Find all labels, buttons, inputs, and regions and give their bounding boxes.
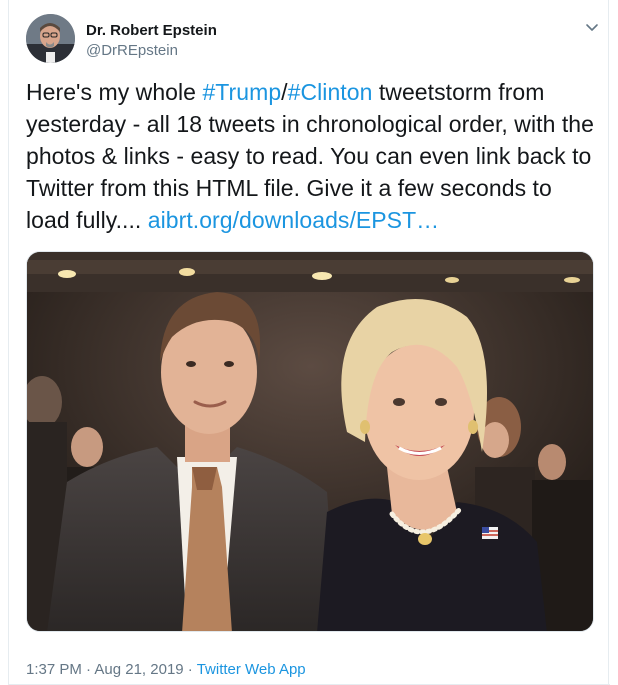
tweet-meta: 1:37 PM · Aug 21, 2019 · Twitter Web App bbox=[26, 661, 306, 678]
avatar[interactable] bbox=[26, 14, 75, 63]
author-name[interactable]: Dr. Robert Epstein bbox=[86, 22, 217, 39]
hashtag-clinton[interactable]: #Clinton bbox=[288, 79, 373, 105]
meta-separator: · bbox=[183, 661, 197, 678]
author-handle: @DrREpstein bbox=[86, 42, 178, 59]
avatar-photo bbox=[26, 14, 75, 63]
tweet-photo[interactable] bbox=[26, 251, 594, 632]
tweet-link[interactable]: aibrt.org/downloads/EPST… bbox=[148, 207, 439, 233]
tweet-source[interactable]: Twitter Web App bbox=[197, 661, 306, 678]
tweet-text-part1: Here's my whole bbox=[26, 79, 203, 105]
chevron-down-icon[interactable] bbox=[583, 18, 601, 36]
tweet-text: Here's my whole #Trump/#Clinton tweetsto… bbox=[26, 76, 596, 236]
tweet-time[interactable]: 1:37 PM bbox=[26, 661, 82, 678]
tweet-card: Dr. Robert Epstein @DrREpstein Here's my… bbox=[8, 0, 610, 685]
meta-separator: · bbox=[81, 661, 95, 678]
tweet-date[interactable]: Aug 21, 2019 bbox=[94, 661, 183, 678]
photo-image bbox=[27, 252, 593, 631]
hashtag-trump[interactable]: #Trump bbox=[202, 79, 281, 105]
